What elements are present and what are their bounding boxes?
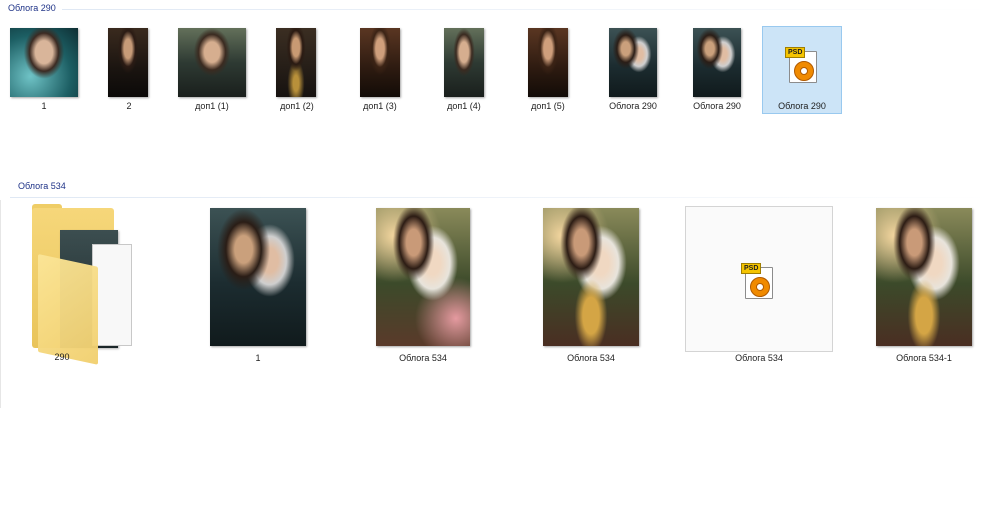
file-item-dop1-1[interactable]: доп1 (1) (172, 28, 252, 112)
file-name: 1 (41, 101, 47, 111)
file-item-oblogo-534-psd[interactable]: PSD Облога 534 (685, 206, 833, 366)
psd-file-icon: PSD (785, 47, 821, 85)
file-item-oblogo-290-b[interactable]: Облога 290 (682, 28, 752, 112)
file-item-dop1-2[interactable]: доп1 (2) (262, 28, 332, 112)
image-thumbnail (108, 28, 148, 97)
image-thumbnail (276, 28, 316, 97)
file-item-1[interactable]: 1 (8, 28, 80, 112)
group-header-oblogo-534[interactable]: Облога 534 (18, 181, 66, 191)
file-name: Облога 290 (609, 101, 657, 111)
file-item-oblogo-534-1[interactable]: Облога 534-1 (866, 208, 982, 366)
file-name: доп1 (4) (447, 101, 481, 111)
file-item-oblogo-534-a[interactable]: Облога 534 (365, 208, 481, 366)
image-thumbnail (360, 28, 400, 97)
image-thumbnail (543, 208, 639, 346)
group-divider (62, 9, 992, 10)
pane-border (0, 200, 1, 408)
image-thumbnail (528, 28, 568, 97)
file-item-2[interactable]: 2 (100, 28, 158, 112)
file-name: 1 (255, 353, 261, 363)
file-item-1-large[interactable]: 1 (200, 208, 316, 366)
image-thumbnail (444, 28, 484, 97)
file-item-dop1-3[interactable]: доп1 (3) (345, 28, 415, 112)
file-item-oblogo-290-a[interactable]: Облога 290 (598, 28, 668, 112)
folder-icon (30, 204, 148, 365)
image-thumbnail (876, 208, 972, 346)
file-item-dop1-5[interactable]: доп1 (5) (513, 28, 583, 112)
image-thumbnail (10, 28, 78, 97)
file-name: Облога 534-1 (896, 353, 952, 363)
group-header-oblogo-290[interactable]: Облога 290 (8, 3, 56, 13)
file-item-dop1-4[interactable]: доп1 (4) (429, 28, 499, 112)
group-divider (10, 197, 992, 198)
file-item-oblogo-534-b[interactable]: Облога 534 (533, 208, 649, 366)
folder-item-290[interactable]: 290 (30, 204, 154, 366)
file-name: 290 (54, 352, 70, 362)
image-thumbnail (178, 28, 246, 97)
file-name: Облога 290 (778, 101, 826, 111)
image-thumbnail (609, 28, 657, 97)
image-thumbnail (693, 28, 741, 97)
file-name: доп1 (3) (363, 101, 397, 111)
psd-file-icon: PSD (741, 263, 777, 301)
file-item-oblogo-290-psd[interactable]: PSD Облога 290 (762, 26, 842, 114)
file-name: Облога 534 (399, 353, 447, 363)
file-name: доп1 (1) (195, 101, 229, 111)
file-name: Облога 290 (693, 101, 741, 111)
file-name: доп1 (2) (280, 101, 314, 111)
file-name: 2 (126, 101, 132, 111)
image-thumbnail (376, 208, 470, 346)
file-name: Облога 534 (567, 353, 615, 363)
image-thumbnail (210, 208, 306, 346)
file-name: доп1 (5) (531, 101, 565, 111)
file-name: Облога 534 (735, 353, 783, 363)
